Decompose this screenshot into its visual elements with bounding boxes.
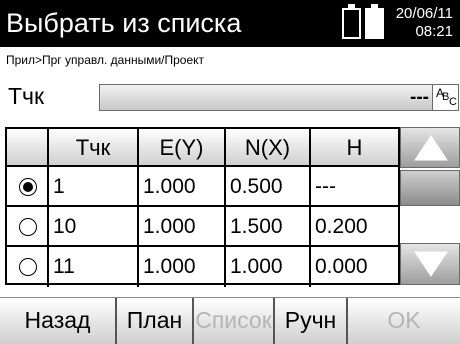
height-value: 0.000 (315, 255, 368, 278)
search-field-value: --- (410, 87, 429, 108)
height-value: --- (315, 175, 336, 198)
title-bar: Выбрать из списка 20/06/11 08:21 (0, 0, 460, 47)
radio-selected-icon[interactable] (19, 178, 37, 196)
battery-icon (342, 4, 361, 39)
table-row[interactable]: 11 1.000 1.000 0.000 (7, 247, 398, 287)
ok-button: OK (387, 307, 421, 333)
table-header-row: Тчк E(Y) N(X) H (7, 129, 398, 167)
point-id: 11 (53, 255, 75, 278)
softkey-bar: Назад План Список Ручн OK (0, 297, 460, 344)
scroll-up-button[interactable] (400, 127, 460, 168)
table-row[interactable]: 1 1.000 0.500 --- (7, 167, 398, 207)
radio-unselected-icon[interactable] (19, 218, 37, 236)
table-row[interactable]: 10 1.000 1.500 0.200 (7, 207, 398, 247)
easting-value: 1.000 (143, 215, 196, 238)
header-cell-height[interactable]: H (311, 129, 398, 165)
search-field-label: Тчк (8, 83, 45, 109)
header-cell-select (7, 129, 49, 165)
header-cell-northing[interactable]: N(X) (226, 129, 311, 165)
triangle-down-icon (414, 251, 448, 277)
point-search-input[interactable]: --- (99, 84, 434, 111)
points-table: Тчк E(Y) N(X) H 1 1.000 0.500 --- 10 1.0… (5, 127, 400, 287)
breadcrumb: Прил>Прг управл. данными/Проект (6, 53, 205, 67)
northing-value: 1.500 (230, 215, 283, 238)
point-id: 1 (53, 175, 65, 198)
scroll-down-button[interactable] (400, 243, 460, 285)
header-cell-easting[interactable]: E(Y) (139, 129, 226, 165)
radio-unselected-icon[interactable] (19, 258, 37, 276)
northing-value: 1.000 (230, 255, 283, 278)
triangle-up-icon (414, 135, 448, 161)
height-value: 0.200 (315, 215, 368, 238)
battery-full-icon (365, 4, 384, 39)
alphanumeric-mode-button[interactable]: A B C (432, 84, 459, 111)
easting-value: 1.000 (143, 175, 196, 198)
back-button[interactable]: Назад (0, 298, 117, 344)
date-label: 20/06/11 (395, 5, 453, 22)
time-label: 08:21 (415, 23, 453, 40)
window-title: Выбрать из списка (6, 8, 242, 38)
list-button: Список (194, 298, 275, 344)
easting-value: 1.000 (143, 255, 196, 278)
northing-value: 0.500 (230, 175, 283, 198)
plan-button[interactable]: План (117, 298, 194, 344)
point-id: 10 (53, 215, 77, 238)
abc-letter-c: C (449, 96, 457, 108)
manual-button[interactable]: Ручн (275, 298, 348, 344)
header-cell-point[interactable]: Тчк (49, 129, 139, 165)
scrollbar-thumb[interactable] (400, 170, 460, 206)
datetime: 20/06/11 08:21 (396, 5, 453, 41)
